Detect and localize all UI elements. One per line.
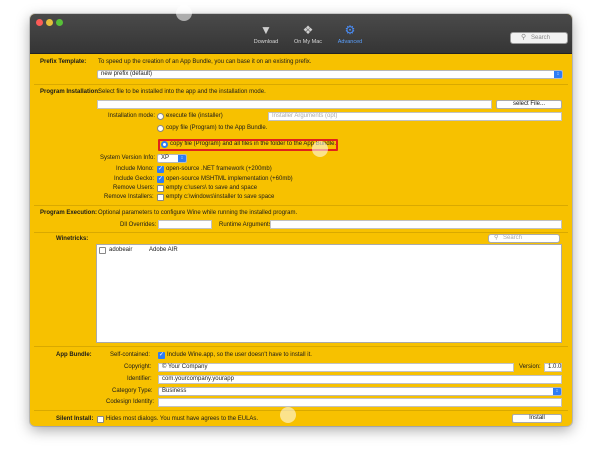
version-label: Version: bbox=[519, 364, 541, 370]
remove-users-checkbox[interactable] bbox=[157, 185, 164, 192]
tab-advanced[interactable]: ⚙ Advanced bbox=[330, 23, 370, 45]
select-file-button[interactable]: select File... bbox=[496, 100, 562, 109]
category-type-label: Category Type: bbox=[112, 388, 153, 394]
remove-installers-text: empty c:\windows\installer to save space bbox=[166, 194, 275, 200]
program-execution-description: Optional parameters to configure Wine wh… bbox=[98, 210, 298, 216]
list-item[interactable]: adobeair Adobe AIR bbox=[99, 247, 559, 255]
tab-download[interactable]: ▼ Download bbox=[246, 23, 286, 45]
prefix-template-value: new prefix (default) bbox=[101, 71, 153, 77]
include-mono-checkbox[interactable]: ✓ bbox=[157, 166, 164, 173]
on-my-mac-icon: ❖ bbox=[302, 23, 314, 37]
advanced-icon: ⚙ bbox=[344, 23, 356, 37]
remove-users-label: Remove Users: bbox=[113, 185, 155, 191]
mode-copy-file-radio[interactable] bbox=[157, 125, 164, 132]
category-type-select[interactable]: Business ↕ bbox=[158, 387, 562, 396]
winetricks-search-placeholder: Search bbox=[503, 235, 523, 241]
codesign-identity-label: Codesign Identity: bbox=[106, 399, 155, 405]
divider bbox=[34, 232, 568, 233]
silent-install-text: Hides most dialogs. You must have agrees… bbox=[106, 416, 259, 422]
watermark-logo-icon bbox=[176, 4, 195, 22]
silent-install-label: Silent Install: bbox=[56, 416, 94, 422]
divider bbox=[34, 205, 568, 206]
self-contained-text: Include Wine.app, so the user doesn't ha… bbox=[167, 352, 312, 358]
winetricks-item-id: adobeair bbox=[109, 247, 133, 253]
winetricks-item-checkbox[interactable] bbox=[99, 247, 106, 254]
winetricks-label: Winetricks: bbox=[56, 236, 89, 242]
silent-install-checkbox[interactable] bbox=[97, 416, 104, 423]
minimize-window-button[interactable] bbox=[46, 19, 53, 26]
dll-overrides-field[interactable] bbox=[158, 220, 212, 229]
include-gecko-checkbox[interactable]: ✓ bbox=[157, 176, 164, 183]
chevron-updown-icon: ↕ bbox=[554, 71, 562, 78]
system-version-value: XP bbox=[161, 155, 170, 161]
chevron-updown-icon: ↕ bbox=[553, 388, 561, 395]
runtime-arguments-field[interactable] bbox=[270, 220, 562, 229]
copyright-label: Copyright: bbox=[124, 364, 152, 370]
divider bbox=[34, 84, 568, 85]
winetricks-list[interactable]: adobeair Adobe AIR bbox=[96, 244, 562, 343]
system-version-select[interactable]: XP ↕ bbox=[157, 154, 187, 163]
watermark-logo-icon bbox=[110, 258, 129, 276]
zoom-window-button[interactable] bbox=[56, 19, 63, 26]
advanced-pane: Prefix Template: To speed up the creatio… bbox=[30, 54, 572, 426]
winetricks-item-title: Adobe AIR bbox=[149, 247, 178, 253]
divider bbox=[34, 346, 568, 347]
toolbar-search-placeholder: Search bbox=[531, 35, 551, 41]
remove-installers-checkbox[interactable] bbox=[157, 194, 164, 201]
tab-on-my-mac[interactable]: ❖ On My Mac bbox=[288, 23, 328, 45]
tab-download-label: Download bbox=[253, 39, 279, 45]
prefix-template-description: To speed up the creation of an App Bundl… bbox=[98, 59, 312, 65]
tab-on-my-mac-label: On My Mac bbox=[293, 39, 323, 45]
remove-installers-label: Remove Installers: bbox=[104, 194, 154, 200]
identifier-field[interactable]: com.yourcompany.yourapp bbox=[158, 375, 562, 384]
installation-mode-label: Installation mode: bbox=[108, 113, 156, 119]
divider bbox=[34, 410, 568, 411]
mode-execute-label: execute file (installer) bbox=[166, 113, 223, 119]
watermark-logo-icon bbox=[280, 406, 299, 424]
system-version-label: System Version Info: bbox=[100, 155, 156, 161]
mode-execute-radio[interactable] bbox=[157, 113, 164, 120]
mode-copy-file-label: copy file (Program) to the App Bundle. bbox=[166, 125, 268, 131]
app-bundle-label: App Bundle: bbox=[56, 352, 92, 358]
app-window: ▼ Download ❖ On My Mac ⚙ Advanced ⚲ Sear… bbox=[30, 14, 572, 426]
remove-users-text: empty c:\users\ to save and space bbox=[166, 185, 258, 191]
download-icon: ▼ bbox=[260, 23, 272, 37]
include-mono-text: open-source .NET framework (+200mb) bbox=[166, 166, 272, 172]
program-file-field[interactable] bbox=[97, 100, 492, 109]
tab-advanced-label: Advanced bbox=[337, 39, 363, 45]
close-window-button[interactable] bbox=[36, 19, 43, 26]
search-icon: ⚲ bbox=[494, 235, 499, 241]
self-contained-label: Self-contained: bbox=[110, 352, 151, 358]
codesign-identity-field[interactable] bbox=[158, 398, 562, 407]
prefix-template-select[interactable]: new prefix (default) ↕ bbox=[97, 70, 563, 79]
toolbar: ▼ Download ❖ On My Mac ⚙ Advanced ⚲ Sear… bbox=[30, 14, 572, 54]
program-installation-label: Program Installation: bbox=[40, 89, 101, 95]
winetricks-search-input[interactable]: ⚲ Search bbox=[488, 234, 560, 243]
self-contained-checkbox[interactable]: ✓ bbox=[158, 352, 165, 359]
runtime-arguments-label: Runtime Arguments: bbox=[219, 222, 274, 228]
program-installation-description: Select file to be installed into the app… bbox=[98, 89, 266, 95]
category-type-value: Business bbox=[162, 388, 187, 394]
identifier-label: Identifier: bbox=[127, 376, 152, 382]
include-gecko-label: Include Gecko: bbox=[114, 176, 155, 182]
include-gecko-text: open-source MSHTML implementation (+60mb… bbox=[166, 176, 293, 182]
version-field[interactable]: 1.0.0 bbox=[544, 363, 562, 372]
include-mono-label: Include Mono: bbox=[116, 166, 154, 172]
toolbar-search-input[interactable]: ⚲ Search bbox=[510, 32, 568, 44]
install-button[interactable]: Install bbox=[512, 414, 562, 423]
watermark-logo-icon bbox=[312, 140, 331, 158]
program-execution-label: Program Execution: bbox=[40, 210, 98, 216]
installer-arguments-field[interactable]: Installer Arguments (opt) bbox=[268, 112, 562, 121]
highlight-box bbox=[158, 139, 338, 151]
dll-overrides-label: Dll Overrides: bbox=[120, 222, 157, 228]
chevron-updown-icon: ↕ bbox=[178, 155, 186, 162]
watermark-logo-icon bbox=[440, 264, 459, 282]
prefix-template-label: Prefix Template: bbox=[40, 59, 87, 65]
search-icon: ⚲ bbox=[521, 34, 527, 41]
copyright-field[interactable]: © Your Company bbox=[158, 363, 514, 372]
